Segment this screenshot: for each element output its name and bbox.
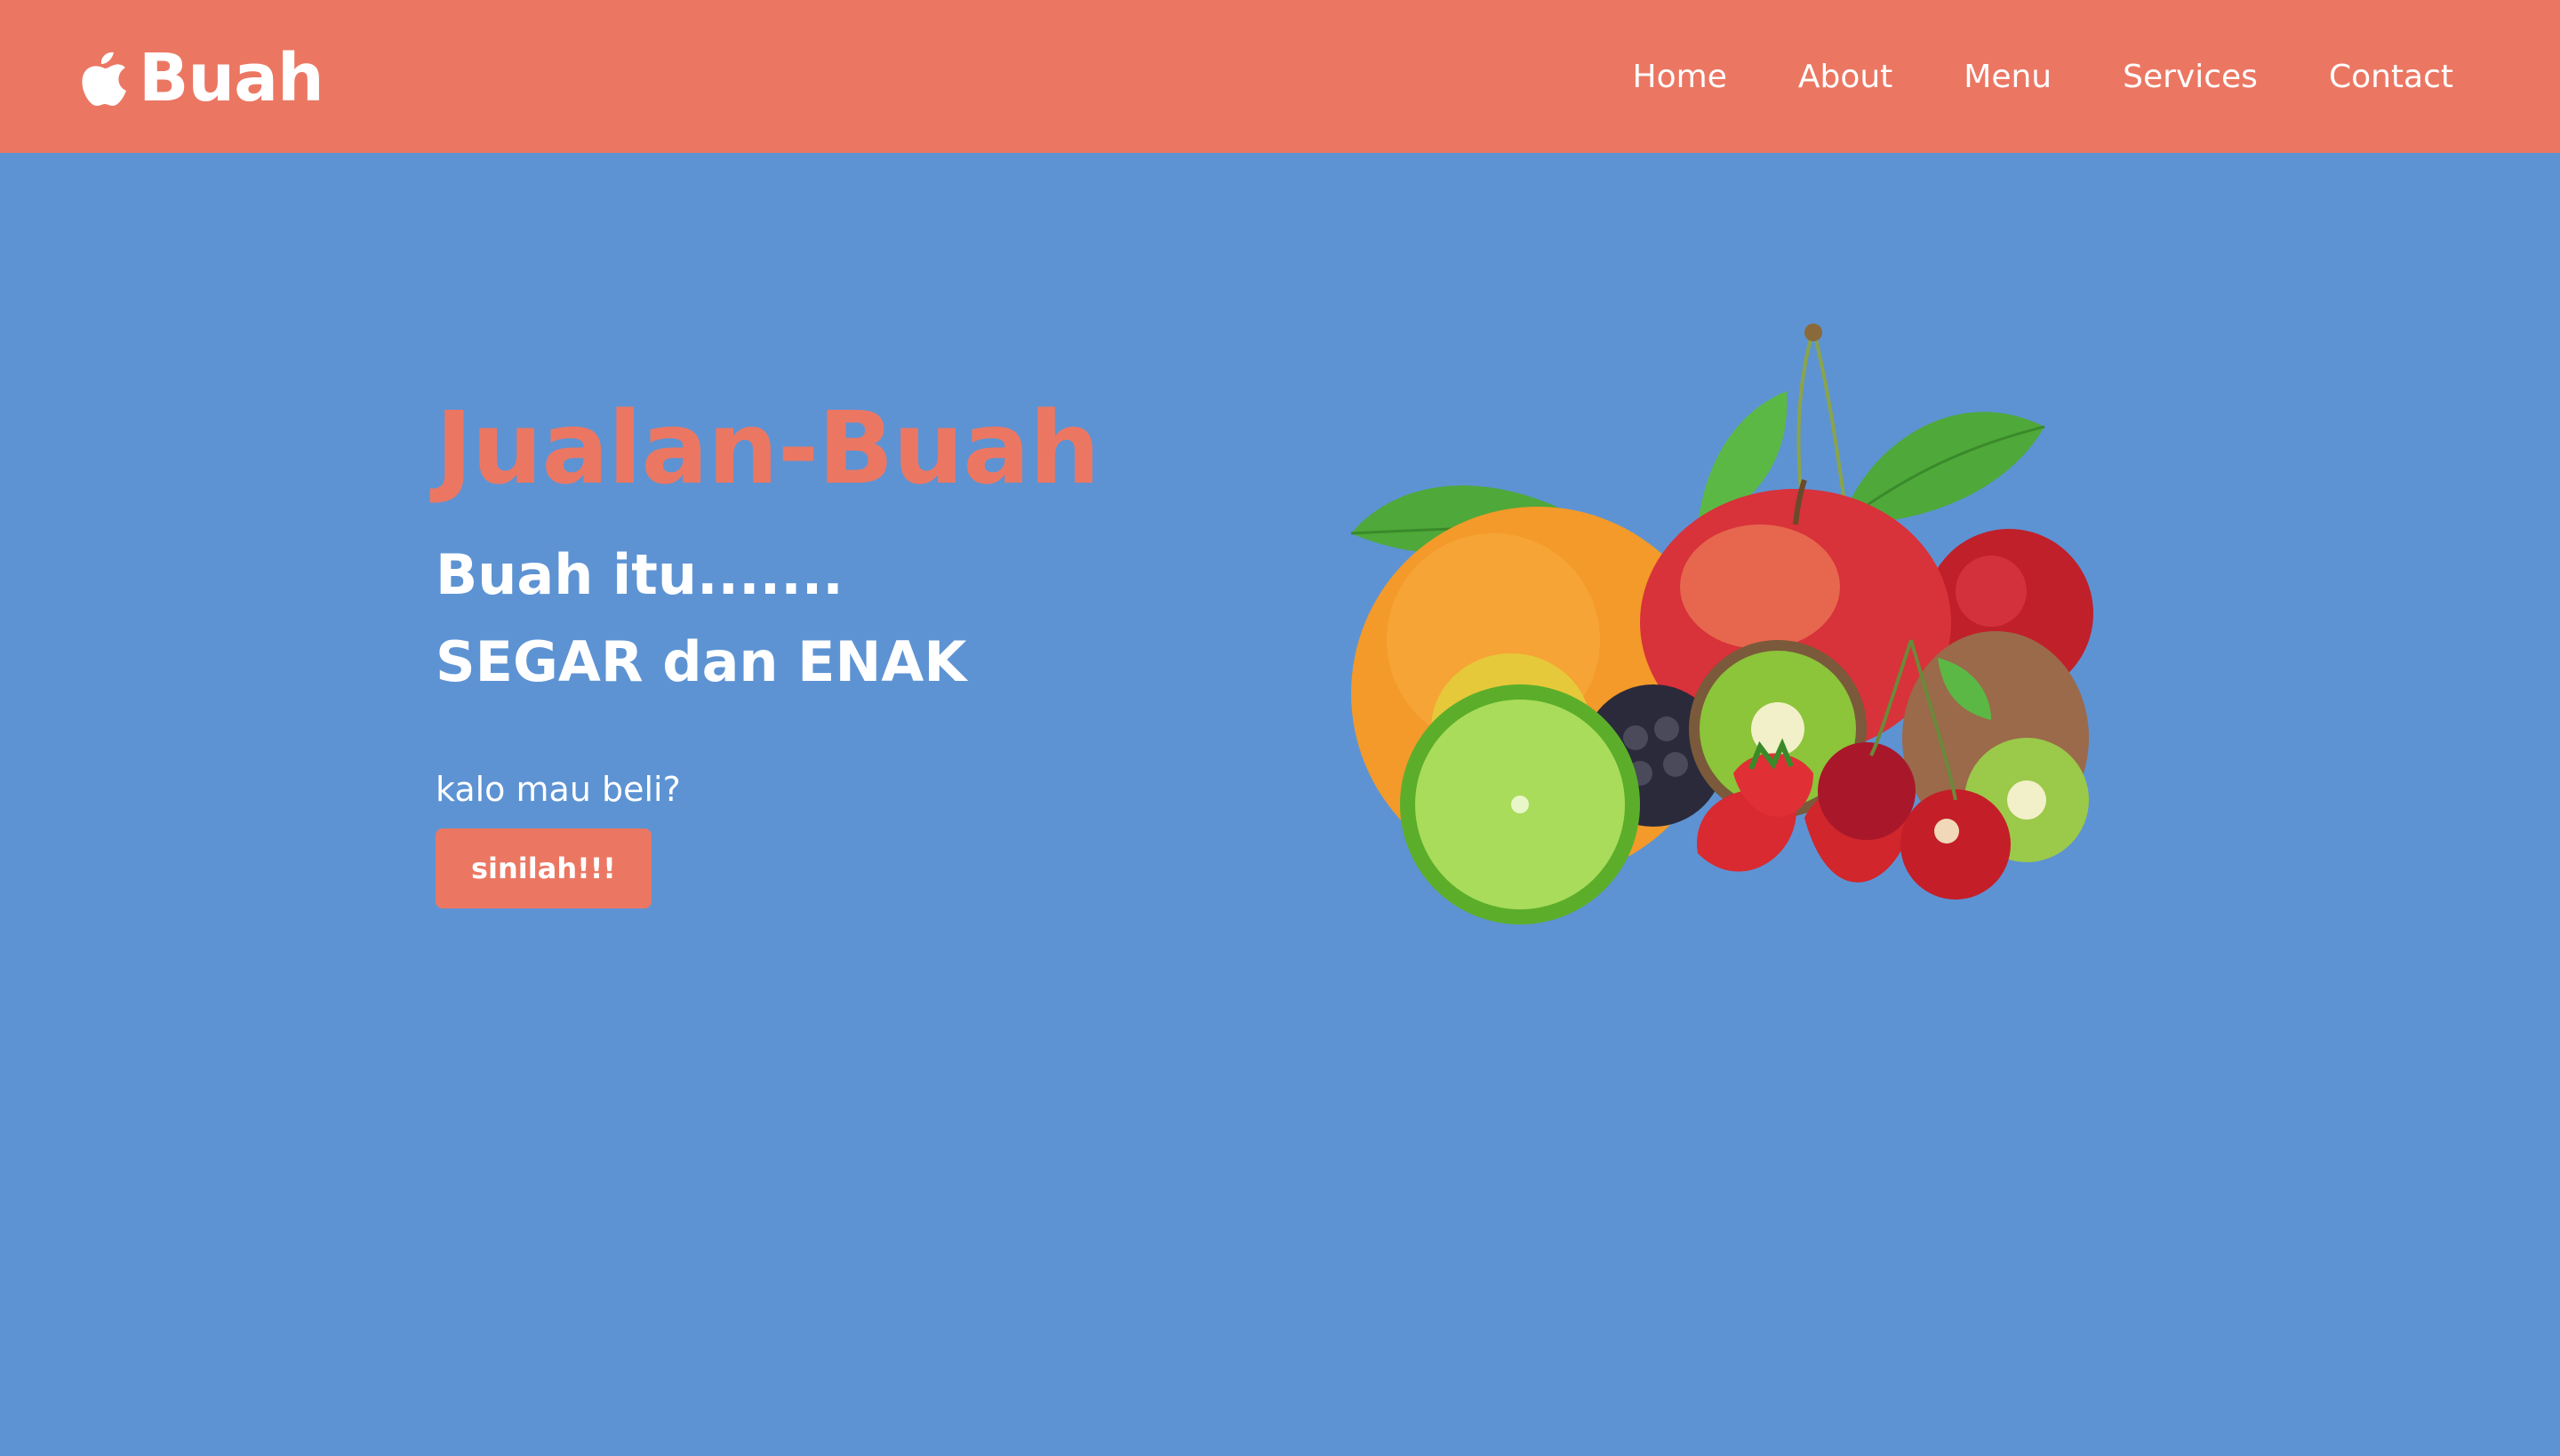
brand-name: Buah <box>139 40 324 116</box>
brand-logo[interactable]: Buah <box>80 34 324 123</box>
navbar: Buah Home About Menu Services Contact <box>0 0 2560 153</box>
hero-section: Jualan-Buah Buah itu....... SEGAR dan EN… <box>436 382 1236 908</box>
nav-link-home[interactable]: Home <box>1633 59 1727 95</box>
hero-question: kalo mau beli? <box>436 770 681 809</box>
apple-icon <box>82 52 126 106</box>
buy-button[interactable]: sinilah!!! <box>436 828 652 908</box>
hero-subtitle-line2: SEGAR dan ENAK <box>436 629 967 694</box>
nav-menu: Home About Menu Services Contact <box>1562 0 2453 153</box>
nav-link-services[interactable]: Services <box>2123 59 2258 95</box>
hero-subtitle-line1: Buah itu....... <box>436 542 844 607</box>
nav-link-menu[interactable]: Menu <box>1964 59 2052 95</box>
hero-title: Jualan-Buah <box>436 391 1100 507</box>
nav-link-about[interactable]: About <box>1798 59 1892 95</box>
nav-link-contact[interactable]: Contact <box>2329 59 2453 95</box>
fruit-collection-image <box>1350 324 2093 924</box>
